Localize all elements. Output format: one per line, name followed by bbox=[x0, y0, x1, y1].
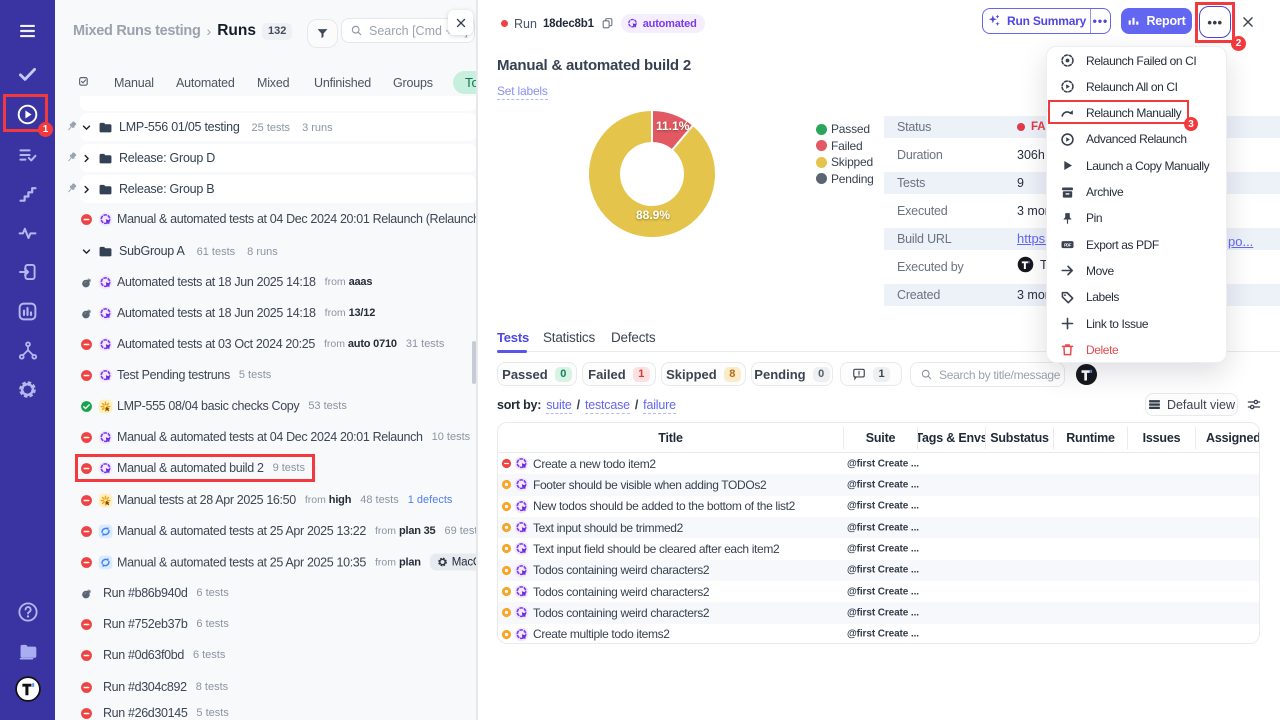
svg-text:PDF: PDF bbox=[1064, 242, 1072, 247]
